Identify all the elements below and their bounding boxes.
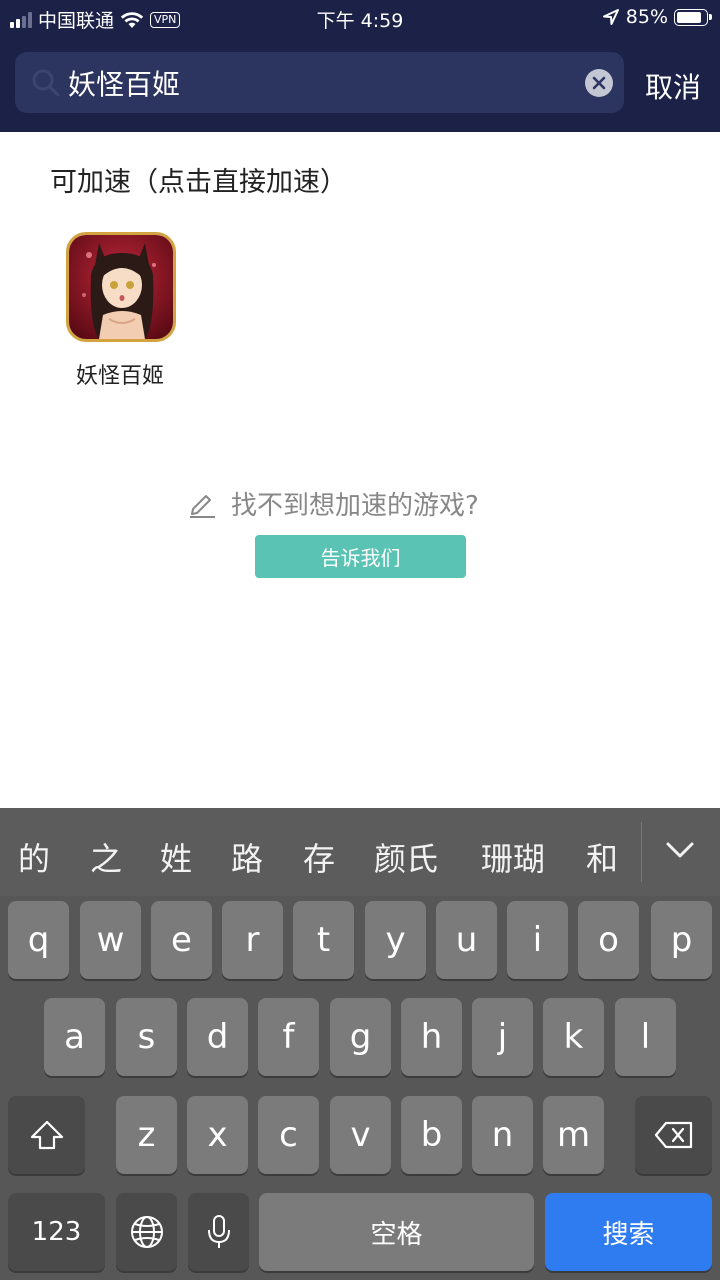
search-input[interactable] [68, 62, 568, 104]
key-t[interactable]: t [293, 901, 354, 979]
battery-icon [674, 8, 712, 26]
backspace-key[interactable] [635, 1096, 712, 1174]
key-g[interactable]: g [330, 998, 391, 1076]
location-arrow-icon [602, 9, 619, 25]
key-x[interactable]: x [187, 1096, 248, 1174]
key-c[interactable]: c [258, 1096, 319, 1174]
key-l[interactable]: l [615, 998, 676, 1076]
clear-search-button[interactable] [585, 69, 613, 97]
microphone-icon [207, 1215, 230, 1248]
backspace-icon [654, 1121, 692, 1149]
key-v[interactable]: v [330, 1096, 391, 1174]
candidate-bar: 的 之 姓 路 存 颜氏 珊瑚 和 [0, 808, 720, 896]
tell-us-button[interactable]: 告诉我们 [255, 535, 466, 578]
key-q[interactable]: q [8, 901, 69, 979]
status-bar: 中国联通 VPN 下午 4:59 85% [0, 0, 720, 36]
header: 中国联通 VPN 下午 4:59 85% 妖怪百姬 取消 [0, 0, 720, 132]
cancel-button[interactable]: 取消 [645, 66, 701, 106]
game-name: 妖怪百姬 [75, 364, 164, 389]
key-r[interactable]: r [222, 901, 283, 979]
key-y[interactable]: y [365, 901, 426, 979]
game-icon[interactable] [66, 232, 176, 342]
key-z[interactable]: z [116, 1096, 177, 1174]
key-a[interactable]: a [44, 998, 105, 1076]
candidate-item[interactable]: 路 [231, 834, 263, 880]
key-p[interactable]: p [651, 901, 712, 979]
candidate-item[interactable]: 和 [586, 834, 618, 880]
pencil-icon [190, 494, 215, 518]
candidate-item[interactable]: 姓 [160, 834, 192, 880]
shift-arrow-icon [30, 1120, 63, 1150]
section-title: 可加速（点击直接加速） [50, 167, 347, 198]
key-i[interactable]: i [507, 901, 568, 979]
chevron-down-icon[interactable] [664, 838, 696, 862]
key-d[interactable]: d [187, 998, 248, 1076]
keyboard: 的 之 姓 路 存 颜氏 珊瑚 和 q w e r t y u i o p a … [0, 808, 720, 1280]
numbers-key[interactable]: 123 [8, 1193, 105, 1271]
key-w[interactable]: w [80, 901, 141, 979]
search-icon [32, 69, 60, 97]
candidate-item[interactable]: 存 [303, 834, 335, 880]
candidate-item[interactable]: 颜氏 [374, 834, 438, 880]
space-key[interactable]: 空格 [259, 1193, 534, 1271]
dictation-key[interactable] [188, 1193, 249, 1271]
candidate-item[interactable]: 之 [90, 834, 122, 880]
not-found-text: 找不到想加速的游戏? [231, 491, 479, 521]
battery-percent: 85% [625, 6, 668, 28]
key-m[interactable]: m [543, 1096, 604, 1174]
candidate-item[interactable]: 珊瑚 [481, 834, 545, 880]
key-j[interactable]: j [472, 998, 533, 1076]
key-k[interactable]: k [543, 998, 604, 1076]
candidate-item[interactable]: 的 [18, 834, 50, 880]
key-e[interactable]: e [151, 901, 212, 979]
search-key[interactable]: 搜索 [545, 1193, 712, 1271]
shift-key[interactable] [8, 1096, 85, 1174]
close-icon [592, 76, 606, 90]
key-f[interactable]: f [258, 998, 319, 1076]
key-s[interactable]: s [116, 998, 177, 1076]
not-found-row: 找不到想加速的游戏? [187, 485, 479, 522]
key-u[interactable]: u [436, 901, 497, 979]
globe-key[interactable] [116, 1193, 177, 1271]
key-n[interactable]: n [472, 1096, 533, 1174]
key-b[interactable]: b [401, 1096, 462, 1174]
key-o[interactable]: o [578, 901, 639, 979]
divider [641, 822, 642, 882]
search-box[interactable] [15, 52, 624, 113]
globe-icon [130, 1216, 163, 1248]
key-h[interactable]: h [401, 998, 462, 1076]
